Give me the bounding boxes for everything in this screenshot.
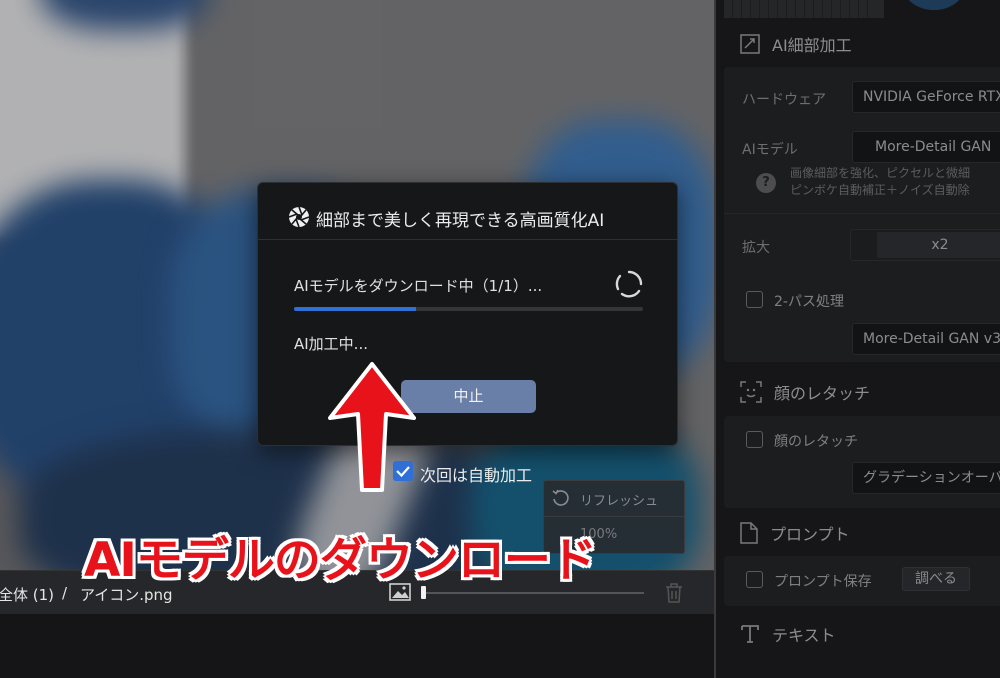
download-progress-bar xyxy=(294,307,643,311)
scale-option-x2[interactable]: x2 xyxy=(877,232,1000,258)
section-ai-detail-title: AI細部加工 xyxy=(740,32,852,56)
preview-thumbnail xyxy=(904,0,964,10)
download-progress-fill xyxy=(294,307,417,311)
loading-spinner-icon xyxy=(615,270,643,298)
twopass-label: 2-パス処理 xyxy=(774,294,844,310)
thumbnail-strip xyxy=(0,614,714,678)
prompt-box: プロンプト保存 調べる xyxy=(724,556,1000,606)
help-icon[interactable]: ? xyxy=(756,173,776,193)
settings-panel: AI細部加工 ハードウェア NVIDIA GeForce RTX AIモデル M… xyxy=(714,0,1000,678)
ai-model-description-line1: 画像細部を強化、ピクセルと微細 xyxy=(790,166,971,180)
section-face-label: 顔のレタッチ xyxy=(774,384,871,403)
refresh-label: リフレッシュ xyxy=(580,494,659,509)
hardware-label: ハードウェア xyxy=(742,92,826,108)
dialog-title: 細部まで美しく再現できる高画質化AI xyxy=(316,211,605,231)
thumbnail-strip-top xyxy=(724,0,884,18)
ai-model-select[interactable]: More-Detail GAN xyxy=(852,131,1000,163)
twopass-model-select[interactable]: More-Detail GAN v3 xyxy=(852,323,1000,355)
download-status-text: AIモデルをダウンロード中（1/1）... xyxy=(294,277,543,295)
dialog-header: 細部まで美しく再現できる高画質化AI xyxy=(258,183,677,240)
section-prompt-label: プロンプト xyxy=(770,525,850,544)
section-ai-detail-label: AI細部加工 xyxy=(772,36,852,55)
trash-icon[interactable] xyxy=(664,582,684,604)
face-icon xyxy=(740,381,762,403)
scale-label: 拡大 xyxy=(742,240,770,256)
face-style-select[interactable]: グラデーションオーバーレイ xyxy=(852,462,1000,494)
annotation-caption: AIモデルのダウンロード xyxy=(84,533,597,588)
prompt-save-checkbox[interactable] xyxy=(746,571,763,588)
auto-process-label: 次回は自動加工 xyxy=(420,466,533,485)
processing-status-text: AI加工中... xyxy=(294,335,368,353)
section-text-title: テキスト xyxy=(740,622,836,646)
scale-segmented-control[interactable]: x2 xyxy=(850,229,1000,261)
document-icon xyxy=(740,522,758,544)
refresh-icon xyxy=(552,489,569,506)
stop-button[interactable]: 中止 xyxy=(401,380,536,413)
ai-model-label: AIモデル xyxy=(742,142,798,158)
ai-model-description-line2: ピンボケ自動補正＋ノイズ自動除 xyxy=(790,183,970,197)
section-prompt-title: プロンプト xyxy=(740,521,850,545)
hardware-select[interactable]: NVIDIA GeForce RTX xyxy=(852,81,1000,113)
text-icon xyxy=(741,625,759,643)
section-text-label: テキスト xyxy=(772,626,836,645)
breadcrumb-separator: / xyxy=(62,584,68,602)
processing-dialog: 細部まで美しく再現できる高画質化AI AIモデルをダウンロード中（1/1）...… xyxy=(257,182,678,446)
face-retouch-checkbox[interactable] xyxy=(746,431,763,448)
divider xyxy=(724,213,1000,214)
twopass-checkbox[interactable] xyxy=(746,291,763,308)
face-box: 顔のレタッチ グラデーションオーバーレイ xyxy=(724,416,1000,508)
lookup-button[interactable]: 調べる xyxy=(902,567,970,591)
prompt-save-label: プロンプト保存 xyxy=(774,574,872,590)
annotation-arrow-icon xyxy=(328,362,416,492)
ai-detail-box: ハードウェア NVIDIA GeForce RTX AIモデル More-Det… xyxy=(724,67,1000,362)
breadcrumb-all-files[interactable]: 全体 (1) xyxy=(0,584,54,605)
enhance-icon xyxy=(740,34,760,54)
section-face-title: 顔のレタッチ xyxy=(740,380,870,404)
zoom-slider-track[interactable] xyxy=(424,592,644,594)
face-retouch-label: 顔のレタッチ xyxy=(774,434,858,450)
refresh-button[interactable]: リフレッシュ xyxy=(544,481,684,517)
aperture-icon xyxy=(288,206,310,228)
